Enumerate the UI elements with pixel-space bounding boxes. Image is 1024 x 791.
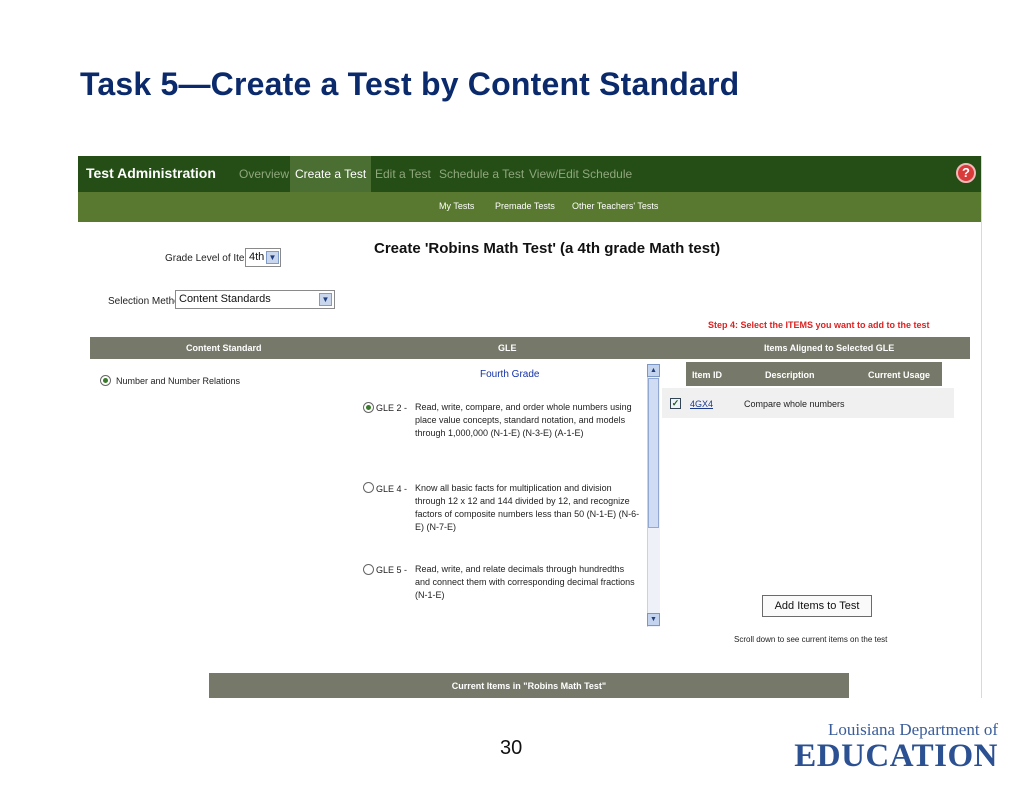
gle-code: GLE 5 -	[376, 565, 408, 575]
item-checkbox[interactable]: ✓	[670, 398, 681, 409]
subtab-my-tests[interactable]: My Tests	[439, 201, 474, 211]
method-select[interactable]: Content Standards ▼	[175, 290, 335, 309]
subtab-premade-tests[interactable]: Premade Tests	[495, 201, 555, 211]
tab-create-a-test[interactable]: Create a Test	[290, 156, 372, 192]
method-value: Content Standards	[179, 293, 271, 305]
column-header-bar: Content Standard GLE Items Aligned to Se…	[90, 337, 970, 359]
page-number: 30	[500, 737, 523, 759]
sub-nav: My Tests Premade Tests Other Teachers' T…	[78, 192, 981, 222]
tab-overview[interactable]: Overview	[234, 156, 294, 192]
col-gle: GLE	[498, 343, 517, 353]
louisiana-education-logo: Louisiana Department of EDUCATION	[794, 720, 998, 776]
chevron-down-icon: ▼	[266, 251, 279, 264]
gle-text: Read, write, compare, and order whole nu…	[415, 402, 632, 438]
items-table-header: Item ID Description Current Usage	[686, 362, 942, 386]
help-icon[interactable]: ?	[956, 163, 976, 183]
gle-text: Know all basic facts for multiplication …	[415, 483, 640, 532]
table-row: ✓ 4GX4 Compare whole numbers	[662, 388, 954, 418]
scrollbar-thumb[interactable]	[648, 378, 659, 528]
scroll-note: Scroll down to see current items on the …	[734, 635, 888, 644]
tab-edit-a-test[interactable]: Edit a Test	[370, 156, 436, 192]
tab-view-edit-schedule[interactable]: View/Edit Schedule	[524, 156, 637, 192]
header-current-usage: Current Usage	[868, 370, 931, 380]
app-title: Test Administration	[86, 165, 216, 181]
header-description: Description	[765, 370, 815, 380]
gle-code: GLE 4 -	[376, 484, 408, 494]
col-content-standard: Content Standard	[186, 343, 262, 353]
gle-radio-4[interactable]	[363, 482, 374, 493]
logo-line-1: Louisiana Department of	[828, 720, 998, 739]
header-item-id: Item ID	[692, 370, 723, 380]
test-admin-app: Test Administration Overview Create a Te…	[78, 156, 982, 698]
subtab-other-teachers-tests[interactable]: Other Teachers' Tests	[572, 201, 658, 211]
col-items-aligned: Items Aligned to Selected GLE	[764, 343, 895, 353]
gle-radio-5[interactable]	[363, 564, 374, 575]
page-heading: Create 'Robins Math Test' (a 4th grade M…	[374, 240, 721, 257]
chevron-down-icon: ▼	[319, 293, 332, 306]
gle-text: Read, write, and relate decimals through…	[415, 564, 635, 600]
grade-heading: Fourth Grade	[480, 369, 540, 380]
step-hint: Step 4: Select the ITEMS you want to add…	[708, 320, 930, 330]
gle-code: GLE 2 -	[376, 403, 408, 413]
gle-radio-2[interactable]	[363, 402, 374, 413]
standard-label: Number and Number Relations	[116, 376, 241, 386]
current-items-title: Current Items in "Robins Math Test"	[451, 681, 607, 691]
standard-radio[interactable]	[100, 375, 111, 386]
tab-schedule-a-test[interactable]: Schedule a Test	[434, 156, 529, 192]
item-description: Compare whole numbers	[744, 399, 845, 409]
add-items-button[interactable]: Add Items to Test	[762, 595, 872, 617]
logo-line-2: EDUCATION	[794, 738, 998, 774]
grade-select[interactable]: 4th ▼	[245, 248, 281, 267]
current-items-bar: Current Items in "Robins Math Test"	[209, 673, 849, 698]
item-id-link[interactable]: 4GX4	[690, 399, 713, 409]
scroll-up-icon[interactable]: ▲	[647, 364, 660, 377]
top-nav: Test Administration Overview Create a Te…	[78, 156, 981, 192]
slide-title: Task 5—Create a Test by Content Standard	[80, 66, 740, 102]
scroll-down-icon[interactable]: ▼	[647, 613, 660, 626]
grade-value: 4th	[249, 251, 265, 263]
